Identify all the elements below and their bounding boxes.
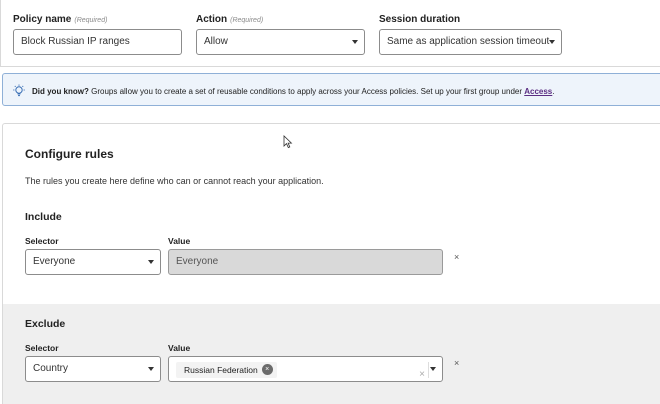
exclude-selector-value: Country (33, 363, 69, 374)
exclude-selector-label: Selector (25, 343, 59, 353)
chip-remove-icon[interactable]: × (261, 364, 273, 376)
country-chip: Russian Federation × (176, 362, 277, 378)
exclude-selector-select[interactable]: Country (25, 356, 161, 382)
configure-rules-title: Configure rules (25, 147, 114, 161)
policy-settings-card: Policy name (Required) Block Russian IP r… (0, 0, 660, 67)
session-duration-label: Session duration (379, 14, 461, 25)
action-select[interactable]: Allow (196, 29, 365, 55)
include-title: Include (25, 211, 62, 223)
lightbulb-icon (13, 84, 25, 97)
remove-include-rule-icon[interactable]: × (454, 252, 459, 262)
access-link[interactable]: Access (524, 87, 552, 96)
remove-exclude-rule-icon[interactable]: × (454, 358, 459, 368)
action-select-value: Allow (204, 36, 228, 47)
country-chip-label: Russian Federation (184, 365, 258, 375)
did-you-know-banner: Did you know? Groups allow you to create… (2, 73, 660, 106)
clear-icon[interactable]: × (419, 363, 425, 381)
separator (428, 362, 429, 378)
required-hint: (Required) (74, 17, 108, 24)
chevron-down-icon (148, 367, 154, 371)
configure-rules-description: The rules you create here define who can… (25, 176, 324, 186)
required-hint: (Required) (230, 17, 264, 24)
chevron-down-icon (352, 40, 358, 44)
action-label: Action (Required) (196, 14, 264, 25)
session-duration-value: Same as application session timeout (387, 36, 550, 47)
include-value-input: Everyone (168, 249, 443, 275)
exclude-title: Exclude (25, 318, 66, 330)
include-selector-value: Everyone (33, 256, 76, 267)
exclude-section (3, 304, 660, 404)
chevron-down-icon (549, 40, 555, 44)
chevron-down-icon[interactable] (430, 367, 436, 371)
session-duration-select[interactable]: Same as application session timeout (379, 29, 562, 55)
exclude-value-multiselect[interactable]: Russian Federation × × (168, 356, 443, 382)
configure-rules-card: Configure rules The rules you create her… (2, 123, 660, 404)
chevron-down-icon (148, 260, 154, 264)
include-value-label: Value (168, 236, 191, 246)
policy-name-label: Policy name (Required) (13, 14, 108, 25)
policy-name-input[interactable]: Block Russian IP ranges (13, 29, 182, 55)
mouse-cursor-icon (283, 135, 293, 149)
exclude-value-label: Value (168, 343, 191, 353)
include-selector-select[interactable]: Everyone (25, 249, 161, 275)
banner-text: Did you know? Groups allow you to create… (32, 87, 555, 96)
banner-bold-text: Did you know? (32, 87, 89, 96)
banner-body-text: Groups allow you to create a set of reus… (88, 87, 525, 96)
include-selector-label: Selector (25, 236, 59, 246)
